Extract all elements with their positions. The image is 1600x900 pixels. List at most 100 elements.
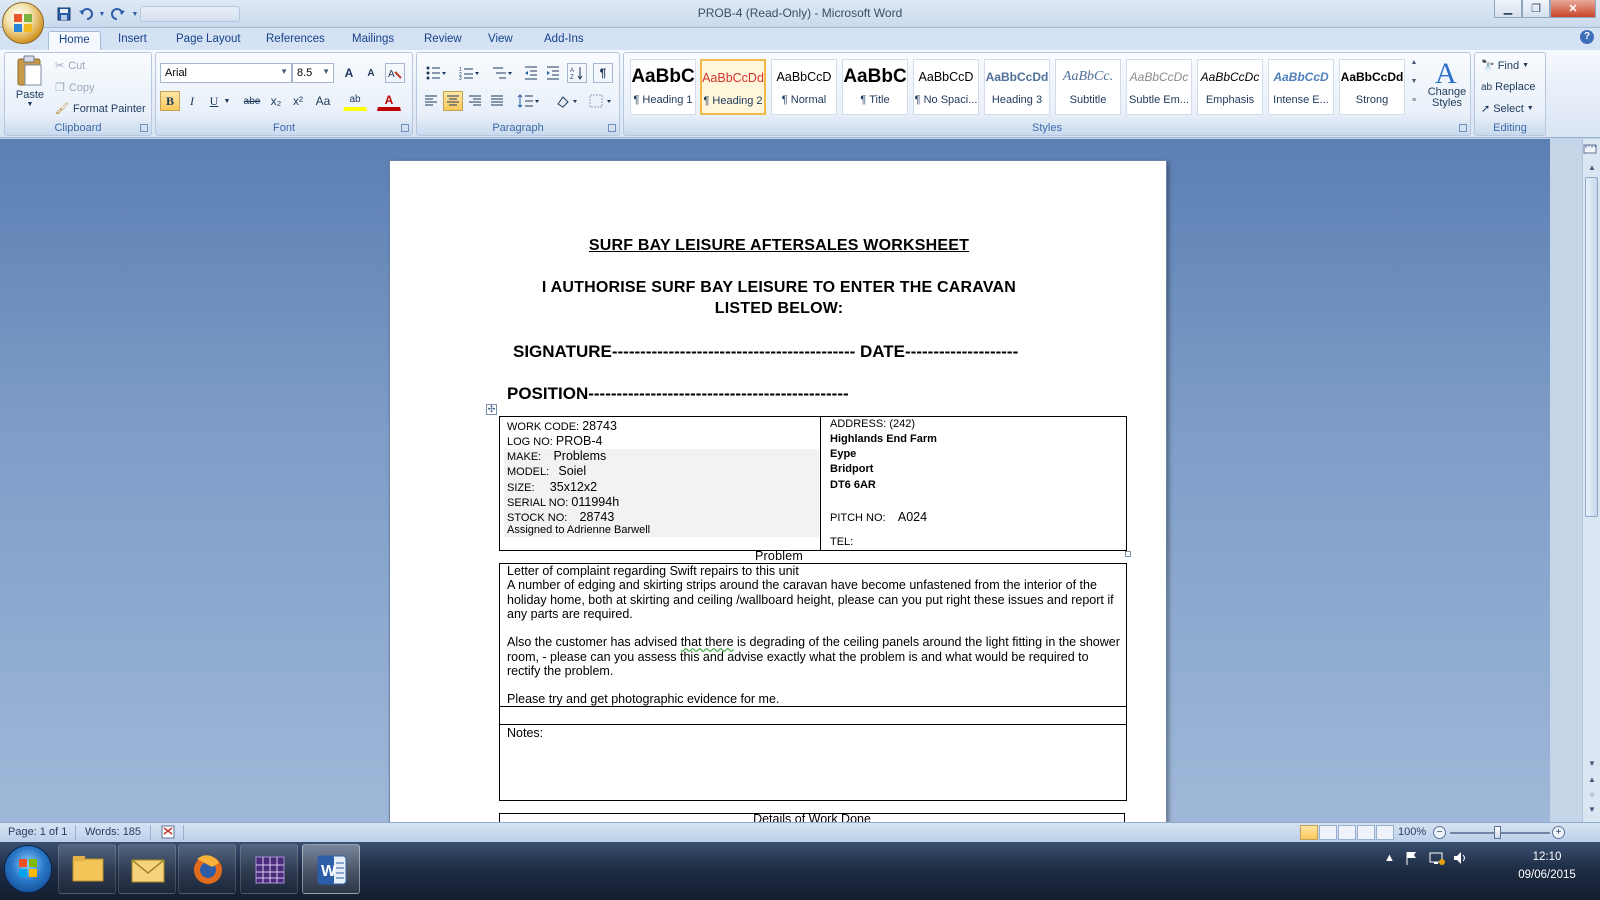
copy-button[interactable]: ❐ Copy: [55, 81, 95, 95]
font-launcher-icon[interactable]: [401, 124, 409, 132]
line-spacing-icon[interactable]: [513, 91, 543, 111]
web-layout-view-icon[interactable]: [1338, 825, 1356, 840]
view-ruler-icon[interactable]: [1582, 141, 1600, 159]
tab-insert[interactable]: Insert: [108, 31, 157, 50]
font-color-button[interactable]: A: [377, 91, 401, 111]
paste-button[interactable]: Paste ▼: [11, 55, 49, 115]
proofing-icon[interactable]: [160, 824, 178, 843]
print-layout-view-icon[interactable]: [1300, 825, 1318, 840]
taskbar-calculator-app[interactable]: [240, 844, 298, 894]
tab-view[interactable]: View: [478, 31, 523, 50]
style-subtitle[interactable]: AaBbCc. Subtitle: [1055, 59, 1121, 115]
taskbar-word[interactable]: W: [302, 844, 360, 894]
volume-icon[interactable]: [1452, 850, 1470, 869]
align-left-icon[interactable]: [421, 91, 441, 111]
start-button[interactable]: [4, 845, 52, 893]
previous-page-icon[interactable]: ▲: [1583, 773, 1600, 787]
clipboard-launcher-icon[interactable]: [140, 124, 148, 132]
underline-button[interactable]: U: [204, 91, 224, 111]
scroll-thumb[interactable]: [1585, 177, 1598, 517]
zoom-level[interactable]: 100%: [1398, 826, 1426, 838]
office-button[interactable]: [2, 2, 44, 44]
table-move-handle-icon[interactable]: ✣: [486, 404, 497, 415]
multilevel-list-icon[interactable]: [487, 63, 517, 83]
taskbar-outlook[interactable]: [118, 844, 176, 894]
tab-references[interactable]: References: [256, 31, 335, 50]
style-emphasis[interactable]: AaBbCcDc Emphasis: [1197, 59, 1263, 115]
maximize-button[interactable]: ❐: [1522, 0, 1550, 18]
change-case-button[interactable]: Aa: [311, 91, 335, 111]
bullets-icon[interactable]: [421, 63, 451, 83]
minimize-button[interactable]: ▁: [1494, 0, 1522, 18]
style-heading-2[interactable]: AaBbCcDd ¶ Heading 2: [700, 59, 766, 115]
font-size-combo[interactable]: 8.5 ▼: [292, 63, 334, 83]
superscript-button[interactable]: x²: [288, 91, 308, 111]
find-button[interactable]: 🔭 Find ▼: [1481, 59, 1529, 73]
word-count[interactable]: Words: 185: [85, 826, 141, 838]
style-strong[interactable]: AaBbCcDd Strong: [1339, 59, 1405, 115]
increase-indent-icon[interactable]: [543, 63, 563, 83]
vertical-scrollbar[interactable]: ▲ ▼ ▲ ○ ▼: [1582, 139, 1600, 822]
scroll-down-icon[interactable]: ▼: [1583, 757, 1600, 771]
tab-mailings[interactable]: Mailings: [342, 31, 404, 50]
numbering-icon[interactable]: 123: [454, 63, 484, 83]
tab-page-layout[interactable]: Page Layout: [166, 31, 251, 50]
page-count[interactable]: Page: 1 of 1: [8, 826, 67, 838]
draft-view-icon[interactable]: [1376, 825, 1394, 840]
format-painter-button[interactable]: 🖌 Format Painter: [55, 102, 146, 116]
chevron-down-icon[interactable]: ▼: [222, 91, 232, 111]
scroll-up-icon[interactable]: ▲: [1583, 161, 1600, 175]
show-hidden-icons[interactable]: ▲: [1384, 852, 1395, 864]
network-icon[interactable]: [1428, 850, 1446, 869]
sort-icon[interactable]: AZ: [567, 63, 587, 83]
highlight-button[interactable]: ab: [343, 91, 367, 111]
style-subtle-emphasis[interactable]: AaBbCcDc Subtle Em...: [1126, 59, 1192, 115]
borders-icon[interactable]: [585, 91, 615, 111]
zoom-slider-handle[interactable]: [1494, 826, 1501, 839]
change-styles-button[interactable]: A Change Styles: [1424, 55, 1470, 119]
tab-home[interactable]: Home: [48, 31, 101, 50]
align-right-icon[interactable]: [465, 91, 485, 111]
select-button[interactable]: ➚ Select ▼: [1481, 102, 1534, 116]
style-heading-1[interactable]: AaBbC ¶ Heading 1: [630, 59, 696, 115]
align-center-icon[interactable]: [443, 91, 463, 111]
shrink-font-button[interactable]: A: [361, 63, 381, 83]
style-normal[interactable]: AaBbCcD ¶ Normal: [771, 59, 837, 115]
styles-more-icon[interactable]: ≡: [1408, 97, 1420, 115]
taskbar-explorer[interactable]: [58, 844, 116, 894]
full-screen-reading-view-icon[interactable]: [1319, 825, 1337, 840]
action-center-flag-icon[interactable]: [1404, 850, 1420, 869]
styles-scroll-down-icon[interactable]: ▼: [1408, 78, 1420, 96]
document-page[interactable]: SURF BAY LEISURE AFTERSALES WORKSHEET I …: [389, 160, 1167, 822]
bold-button[interactable]: B: [160, 91, 180, 111]
select-browse-object-icon[interactable]: ○: [1583, 788, 1600, 802]
italic-button[interactable]: I: [182, 91, 202, 111]
tab-add-ins[interactable]: Add-Ins: [534, 31, 594, 50]
style-intense-emphasis[interactable]: AaBbCcD Intense E...: [1268, 59, 1334, 115]
close-button[interactable]: ✕: [1550, 0, 1596, 18]
style-title[interactable]: AaBbC ¶ Title: [842, 59, 908, 115]
subscript-button[interactable]: x₂: [266, 91, 286, 111]
style-no-spacing[interactable]: AaBbCcD ¶ No Spaci...: [913, 59, 979, 115]
tab-review[interactable]: Review: [414, 31, 472, 50]
style-heading-3[interactable]: AaBbCcDd Heading 3: [984, 59, 1050, 115]
shading-icon[interactable]: [551, 91, 581, 111]
zoom-in-icon[interactable]: +: [1552, 826, 1565, 839]
cut-button[interactable]: ✂ Cut: [55, 59, 85, 73]
justify-icon[interactable]: [487, 91, 507, 111]
replace-button[interactable]: ab Replace: [1481, 81, 1535, 93]
taskbar-firefox[interactable]: [178, 844, 236, 894]
clear-formatting-icon[interactable]: A: [385, 63, 405, 83]
outline-view-icon[interactable]: [1357, 825, 1375, 840]
decrease-indent-icon[interactable]: [521, 63, 541, 83]
grow-font-button[interactable]: A: [339, 63, 359, 83]
styles-launcher-icon[interactable]: [1459, 124, 1467, 132]
paragraph-launcher-icon[interactable]: [608, 124, 616, 132]
help-icon[interactable]: ?: [1580, 30, 1594, 44]
next-page-icon[interactable]: ▼: [1583, 803, 1600, 817]
show-formatting-marks-button[interactable]: ¶: [593, 63, 613, 83]
font-family-combo[interactable]: Arial ▼: [160, 63, 292, 83]
zoom-out-icon[interactable]: −: [1433, 826, 1446, 839]
strikethrough-button[interactable]: abe: [240, 91, 264, 111]
styles-scroll-up-icon[interactable]: ▲: [1408, 59, 1420, 77]
